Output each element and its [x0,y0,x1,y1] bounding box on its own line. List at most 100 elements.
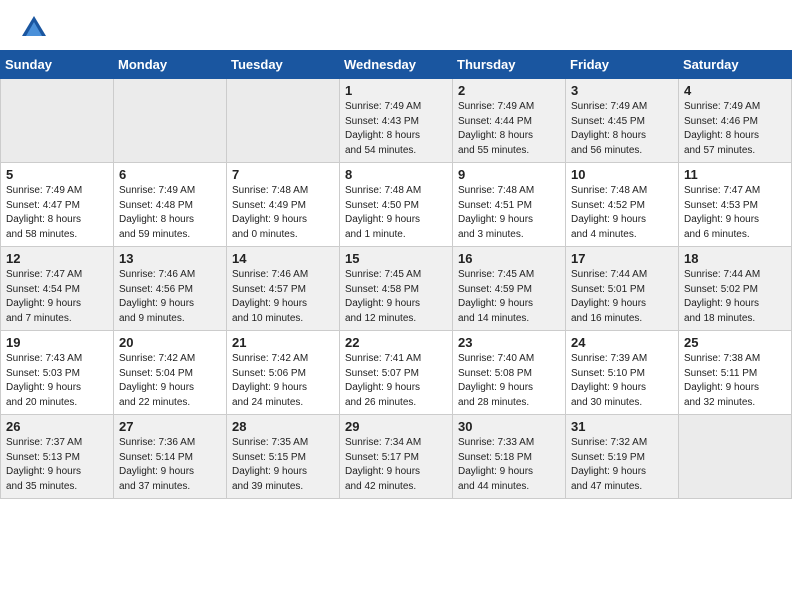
day-number: 25 [684,335,786,350]
calendar-cell: 25 Sunrise: 7:38 AM Sunset: 5:11 PM Dayli… [679,331,792,415]
day-info: Sunrise: 7:44 AM Sunset: 5:01 PM Dayligh… [571,268,673,326]
day-info: Sunrise: 7:47 AM Sunset: 4:53 PM Dayligh… [684,184,786,242]
day-number: 14 [232,251,334,266]
calendar-cell [227,79,340,163]
day-number: 6 [119,167,221,182]
calendar-week-row: 1 Sunrise: 7:49 AM Sunset: 4:43 PM Daylig… [1,79,792,163]
calendar-cell: 31Sunrise: 7:32 AM Sunset: 5:19 PM Dayli… [566,415,679,499]
day-number: 17 [571,251,673,266]
calendar-week-row: 19 Sunrise: 7:43 AM Sunset: 5:03 PM Dayli… [1,331,792,415]
calendar-cell: 21Sunrise: 7:42 AM Sunset: 5:06 PM Dayli… [227,331,340,415]
day-number: 3 [571,83,673,98]
day-number: 9 [458,167,560,182]
calendar-cell [679,415,792,499]
day-info: Sunrise: 7:49 AM Sunset: 4:44 PM Dayligh… [458,100,560,158]
day-info: Sunrise: 7:38 AM Sunset: 5:11 PM Dayligh… [684,352,786,410]
day-number: 23 [458,335,560,350]
calendar-cell: 12Sunrise: 7:47 AM Sunset: 4:54 PM Dayli… [1,247,114,331]
day-number: 19 [6,335,108,350]
day-info: Sunrise: 7:48 AM Sunset: 4:50 PM Dayligh… [345,184,447,242]
calendar-cell: 10Sunrise: 7:48 AM Sunset: 4:52 PM Dayli… [566,163,679,247]
day-info: Sunrise: 7:41 AM Sunset: 5:07 PM Dayligh… [345,352,447,410]
day-info: Sunrise: 7:48 AM Sunset: 4:52 PM Dayligh… [571,184,673,242]
weekday-header-row: SundayMondayTuesdayWednesdayThursdayFrid… [1,51,792,79]
day-info: Sunrise: 7:45 AM Sunset: 4:58 PM Dayligh… [345,268,447,326]
weekday-header-wednesday: Wednesday [340,51,453,79]
day-number: 7 [232,167,334,182]
day-info: Sunrise: 7:46 AM Sunset: 4:57 PM Dayligh… [232,268,334,326]
calendar-cell: 14 Sunrise: 7:46 AM Sunset: 4:57 PM Dayli… [227,247,340,331]
day-info: Sunrise: 7:45 AM Sunset: 4:59 PM Dayligh… [458,268,560,326]
calendar-cell: 16 Sunrise: 7:45 AM Sunset: 4:59 PM Dayli… [453,247,566,331]
calendar-cell: 2 Sunrise: 7:49 AM Sunset: 4:44 PM Daylig… [453,79,566,163]
calendar-cell: 13 Sunrise: 7:46 AM Sunset: 4:56 PM Dayli… [114,247,227,331]
day-info: Sunrise: 7:39 AM Sunset: 5:10 PM Dayligh… [571,352,673,410]
calendar-cell: 26Sunrise: 7:37 AM Sunset: 5:13 PM Dayli… [1,415,114,499]
calendar-cell: 3 Sunrise: 7:49 AM Sunset: 4:45 PM Daylig… [566,79,679,163]
day-info: Sunrise: 7:49 AM Sunset: 4:46 PM Dayligh… [684,100,786,158]
weekday-header-thursday: Thursday [453,51,566,79]
calendar-cell: 17 Sunrise: 7:44 AM Sunset: 5:01 PM Dayli… [566,247,679,331]
day-number: 16 [458,251,560,266]
day-number: 12 [6,251,108,266]
calendar-cell: 24 Sunrise: 7:39 AM Sunset: 5:10 PM Dayli… [566,331,679,415]
day-info: Sunrise: 7:34 AM Sunset: 5:17 PM Dayligh… [345,436,447,494]
day-number: 4 [684,83,786,98]
calendar-cell: 19 Sunrise: 7:43 AM Sunset: 5:03 PM Dayli… [1,331,114,415]
calendar-cell: 22 Sunrise: 7:41 AM Sunset: 5:07 PM Dayli… [340,331,453,415]
day-number: 18 [684,251,786,266]
day-info: Sunrise: 7:42 AM Sunset: 5:04 PM Dayligh… [119,352,221,410]
day-number: 2 [458,83,560,98]
calendar-cell: 30 Sunrise: 7:33 AM Sunset: 5:18 PM Dayli… [453,415,566,499]
calendar-cell: 27 Sunrise: 7:36 AM Sunset: 5:14 PM Dayli… [114,415,227,499]
calendar-cell: 1 Sunrise: 7:49 AM Sunset: 4:43 PM Daylig… [340,79,453,163]
page-header [0,0,792,50]
day-info: Sunrise: 7:49 AM Sunset: 4:47 PM Dayligh… [6,184,108,242]
day-number: 1 [345,83,447,98]
day-number: 20 [119,335,221,350]
day-number: 30 [458,419,560,434]
day-info: Sunrise: 7:35 AM Sunset: 5:15 PM Dayligh… [232,436,334,494]
day-info: Sunrise: 7:46 AM Sunset: 4:56 PM Dayligh… [119,268,221,326]
day-info: Sunrise: 7:49 AM Sunset: 4:43 PM Dayligh… [345,100,447,158]
calendar-cell: 29 Sunrise: 7:34 AM Sunset: 5:17 PM Dayli… [340,415,453,499]
calendar-cell: 18 Sunrise: 7:44 AM Sunset: 5:02 PM Dayli… [679,247,792,331]
logo [20,14,52,42]
day-info: Sunrise: 7:49 AM Sunset: 4:45 PM Dayligh… [571,100,673,158]
day-info: Sunrise: 7:48 AM Sunset: 4:49 PM Dayligh… [232,184,334,242]
logo-icon [20,14,48,42]
calendar-table: SundayMondayTuesdayWednesdayThursdayFrid… [0,50,792,499]
calendar-cell: 23 Sunrise: 7:40 AM Sunset: 5:08 PM Dayli… [453,331,566,415]
day-info: Sunrise: 7:49 AM Sunset: 4:48 PM Dayligh… [119,184,221,242]
calendar-cell: 15 Sunrise: 7:45 AM Sunset: 4:58 PM Dayli… [340,247,453,331]
day-number: 15 [345,251,447,266]
calendar-cell: 5 Sunrise: 7:49 AM Sunset: 4:47 PM Daylig… [1,163,114,247]
day-info: Sunrise: 7:36 AM Sunset: 5:14 PM Dayligh… [119,436,221,494]
day-info: Sunrise: 7:44 AM Sunset: 5:02 PM Dayligh… [684,268,786,326]
weekday-header-friday: Friday [566,51,679,79]
day-info: Sunrise: 7:33 AM Sunset: 5:18 PM Dayligh… [458,436,560,494]
day-number: 13 [119,251,221,266]
day-info: Sunrise: 7:40 AM Sunset: 5:08 PM Dayligh… [458,352,560,410]
day-number: 24 [571,335,673,350]
calendar-cell [114,79,227,163]
weekday-header-tuesday: Tuesday [227,51,340,79]
day-number: 11 [684,167,786,182]
weekday-header-sunday: Sunday [1,51,114,79]
day-number: 5 [6,167,108,182]
day-info: Sunrise: 7:48 AM Sunset: 4:51 PM Dayligh… [458,184,560,242]
weekday-header-monday: Monday [114,51,227,79]
calendar-week-row: 26Sunrise: 7:37 AM Sunset: 5:13 PM Dayli… [1,415,792,499]
day-number: 22 [345,335,447,350]
calendar-cell: 28 Sunrise: 7:35 AM Sunset: 5:15 PM Dayli… [227,415,340,499]
day-number: 27 [119,419,221,434]
calendar-week-row: 5 Sunrise: 7:49 AM Sunset: 4:47 PM Daylig… [1,163,792,247]
day-number: 31 [571,419,673,434]
calendar-cell: 6 Sunrise: 7:49 AM Sunset: 4:48 PM Daylig… [114,163,227,247]
day-number: 28 [232,419,334,434]
calendar-cell: 7 Sunrise: 7:48 AM Sunset: 4:49 PM Daylig… [227,163,340,247]
calendar-cell: 11 Sunrise: 7:47 AM Sunset: 4:53 PM Dayli… [679,163,792,247]
day-number: 29 [345,419,447,434]
day-info: Sunrise: 7:43 AM Sunset: 5:03 PM Dayligh… [6,352,108,410]
calendar-week-row: 12Sunrise: 7:47 AM Sunset: 4:54 PM Dayli… [1,247,792,331]
